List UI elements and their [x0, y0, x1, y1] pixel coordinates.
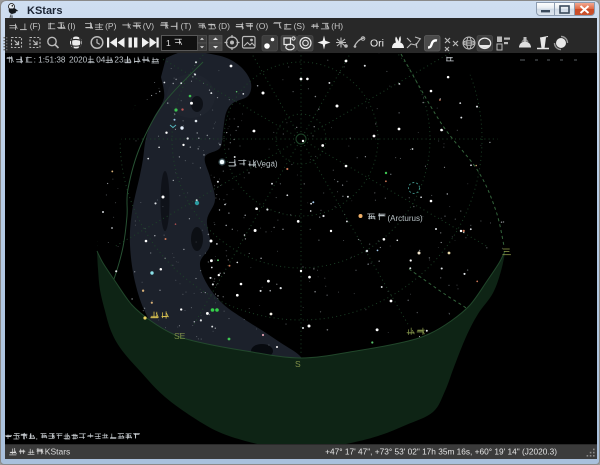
svg-text:1: 1 [166, 38, 171, 48]
svg-text:04: 04 [96, 56, 106, 65]
svg-text:(O): (O) [256, 21, 268, 31]
svg-text:(Arcturus): (Arcturus) [388, 214, 423, 223]
svg-text:23: 23 [114, 56, 124, 65]
svg-text:: 1:51:38: : 1:51:38 [34, 56, 66, 65]
svg-text:KStars: KStars [45, 447, 71, 457]
svg-text:+47° 17' 47", +73° 53' 02" 17: +47° 17' 47", +73° 53' 02" 17h 35m 16s, … [325, 447, 557, 457]
svg-text:2020: 2020 [69, 56, 88, 65]
svg-text:(V): (V) [143, 21, 155, 31]
svg-text:(P): (P) [105, 21, 117, 31]
svg-text:(I): (I) [67, 21, 75, 31]
svg-text:(Vega): (Vega) [254, 160, 278, 169]
svg-text:(S): (S) [294, 21, 306, 31]
svg-text:(F): (F) [30, 21, 41, 31]
svg-text:SE: SE [174, 331, 186, 341]
svg-text:S: S [295, 359, 301, 369]
svg-text:Ori: Ori [370, 38, 384, 50]
svg-text:(H): (H) [331, 21, 343, 31]
svg-text:(D): (D) [218, 21, 230, 31]
svg-text:(T): (T) [181, 21, 192, 31]
svg-text:,: , [36, 432, 38, 441]
